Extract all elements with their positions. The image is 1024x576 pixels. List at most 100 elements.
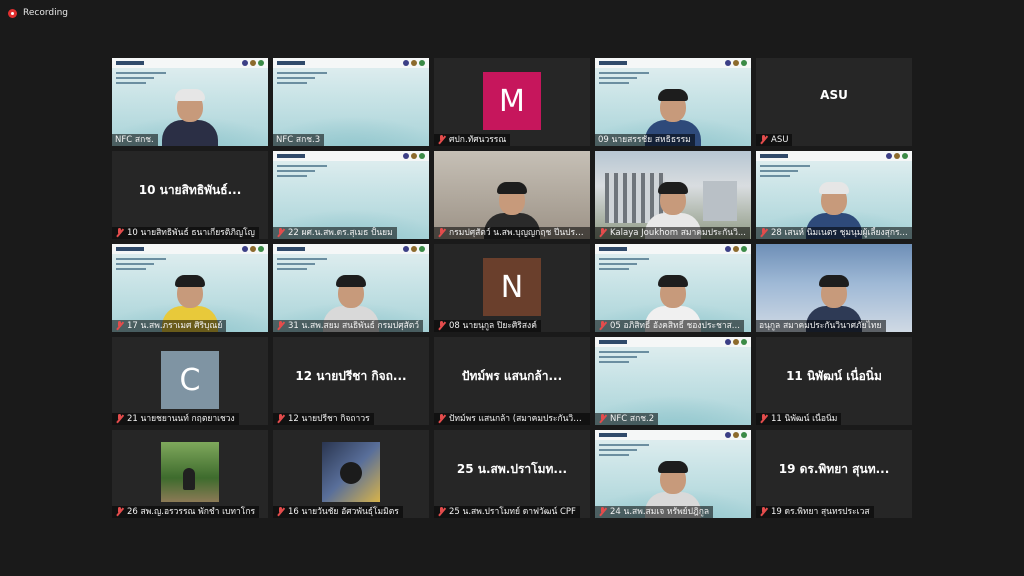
- participant-video: [162, 89, 218, 146]
- presentation-slide-background: [273, 58, 429, 146]
- participant-tile[interactable]: 10 นายสิทธิพันธ์... 10 นายสิทธิพันธ์ ธนาเ…: [112, 151, 268, 239]
- participant-name-label: ศปก.ทัศนวรรณ: [434, 134, 511, 146]
- participant-tile[interactable]: M ศปก.ทัศนวรรณ: [434, 58, 590, 146]
- participant-tile[interactable]: ASU ASU: [756, 58, 912, 146]
- participant-name-label: 31 น.สพ.สยม สนธิพันธ์ กรมปศุสัตว์: [273, 320, 424, 332]
- mic-off-icon: [437, 135, 446, 145]
- participant-display-name: ASU: [820, 88, 848, 102]
- mic-off-icon: [276, 414, 285, 424]
- participant-tile[interactable]: 09 นายสรรชัย สหธิธรรม: [595, 58, 751, 146]
- participant-name-label: 16 นายวันชัย อัศวพันธุ์โมมิตร: [273, 506, 403, 518]
- mic-off-icon: [276, 507, 285, 517]
- participant-name: ปัทม์พร แสนกล้า (สมาคมประกันวิน...: [449, 414, 586, 424]
- mic-off-icon: [115, 321, 124, 331]
- mic-off-icon: [598, 228, 607, 238]
- mic-off-icon: [598, 507, 607, 517]
- participant-tile[interactable]: 19 ดร.พิทยา สุนท... 19 ดร.พิทยา สุนทรประเ…: [756, 430, 912, 518]
- participant-name: 10 นายสิทธิพันธ์ ธนาเกียรติภิญโญ: [127, 228, 255, 238]
- participant-name: 19 ดร.พิทยา สุนทรประเวส: [771, 507, 870, 517]
- participant-display-name: 19 ดร.พิทยา สุนท...: [778, 462, 890, 476]
- participant-name-label: 08 นายนุกูล ปิยะศิริสงค์: [434, 320, 541, 332]
- participant-name: 26 สพ.ญ.อรวรรณ พักชำ เบทาโกร: [127, 507, 256, 517]
- participant-name-label: 12 นายปรีชา กิจถาวร: [273, 413, 374, 425]
- participant-name: 21 นายชยานนท์ กฤตยาเชวง: [127, 414, 235, 424]
- mic-off-icon: [759, 507, 768, 517]
- participant-tile[interactable]: C 21 นายชยานนท์ กฤตยาเชวง: [112, 337, 268, 425]
- avatar: M: [483, 72, 541, 130]
- participant-display-name: 25 น.สพ.ปราโมท...: [456, 462, 568, 476]
- participant-tile[interactable]: Kalaya Joukhom สมาคมประกันวิ...: [595, 151, 751, 239]
- mic-off-icon: [759, 228, 768, 238]
- participant-tile[interactable]: กรมปศุสัตว์ น.สพ.บุญญกฤช ปีนประ...: [434, 151, 590, 239]
- participant-name: 05 อภิสิทธิ์ อังคสิทธิ์ ชองประชาส...: [610, 321, 740, 331]
- participant-name-label: 26 สพ.ญ.อรวรรณ พักชำ เบทาโกร: [112, 506, 260, 518]
- avatar: C: [161, 351, 219, 409]
- participant-tile[interactable]: 24 น.สพ.สมเจ หรัพย์ปฎิกูล: [595, 430, 751, 518]
- participant-tile[interactable]: 31 น.สพ.สยม สนธิพันธ์ กรมปศุสัตว์: [273, 244, 429, 332]
- participant-tile[interactable]: NFC สกช.2: [595, 337, 751, 425]
- participant-name: 08 นายนุกูล ปิยะศิริสงค์: [449, 321, 537, 331]
- participant-display-name: ปัทม์พร แสนกล้า...: [461, 369, 563, 383]
- participant-display-name: 11 นิพัฒน์ เนื่อนิ่ม: [786, 369, 882, 383]
- participant-name: 11 นิพัฒน์ เนื่อนิ่ม: [771, 414, 838, 424]
- participant-tile[interactable]: อนุกูล สมาคมประกันวินาศภัยไทย: [756, 244, 912, 332]
- participant-name-label: ปัทม์พร แสนกล้า (สมาคมประกันวิน...: [434, 413, 590, 425]
- participant-name-label: 28 เสนห์ นิมเนตร ชุมนุมผู้เลี้ยงสุกร...: [756, 227, 912, 239]
- participant-name: 28 เสนห์ นิมเนตร ชุมนุมผู้เลี้ยงสุกร...: [771, 228, 908, 238]
- mic-off-icon: [598, 414, 607, 424]
- participant-name: 12 นายปรีชา กิจถาวร: [288, 414, 370, 424]
- presentation-slide-background: [595, 337, 751, 425]
- participant-video-grid: NFC สกช. NFC สกช.3 M ศปก.ทัศนวรรณ 09 นายสรรช…: [112, 58, 912, 518]
- mic-off-icon: [437, 414, 446, 424]
- participant-name-label: 11 นิพัฒน์ เนื่อนิ่ม: [756, 413, 842, 425]
- participant-name: Kalaya Joukhom สมาคมประกันวิ...: [610, 228, 746, 238]
- participant-name-label: ASU: [756, 134, 793, 146]
- mic-off-icon: [276, 321, 285, 331]
- participant-name-label: 10 นายสิทธิพันธ์ ธนาเกียรติภิญโญ: [112, 227, 259, 239]
- mic-off-icon: [115, 228, 124, 238]
- participant-name-label: 22 ผศ.น.สพ.ดร.สุเมธ ปั้นยม: [273, 227, 397, 239]
- participant-name: NFC สกช.: [115, 135, 154, 145]
- avatar: [161, 442, 219, 502]
- record-icon: [8, 8, 17, 18]
- participant-name: กรมปศุสัตว์ น.สพ.บุญญกฤช ปีนประ...: [449, 228, 586, 238]
- participant-name-label: 17 น.สพ.ภราเมศ ศิริบุณย์: [112, 320, 227, 332]
- mic-off-icon: [276, 228, 285, 238]
- participant-tile[interactable]: 11 นิพัฒน์ เนื่อนิ่ม 11 นิพัฒน์ เนื่อนิ่ม: [756, 337, 912, 425]
- participant-display-name: 10 นายสิทธิพันธ์...: [138, 183, 242, 197]
- participant-name-label: 21 นายชยานนท์ กฤตยาเชวง: [112, 413, 239, 425]
- participant-name: ASU: [771, 135, 789, 145]
- participant-tile[interactable]: 26 สพ.ญ.อรวรรณ พักชำ เบทาโกร: [112, 430, 268, 518]
- participant-name: อนุกูล สมาคมประกันวินาศภัยไทย: [759, 321, 882, 331]
- participant-tile[interactable]: NFC สกช.: [112, 58, 268, 146]
- participant-tile[interactable]: ปัทม์พร แสนกล้า... ปัทม์พร แสนกล้า (สมาคม…: [434, 337, 590, 425]
- avatar: [322, 442, 380, 502]
- avatar: N: [483, 258, 541, 316]
- participant-name-label: 19 ดร.พิทยา สุนทรประเวส: [756, 506, 874, 518]
- participant-tile[interactable]: 25 น.สพ.ปราโมท... 25 น.สพ.ปราโมทย์ ดาฟวัฒ…: [434, 430, 590, 518]
- participant-name: NFC สกช.3: [276, 135, 321, 145]
- participant-name: 17 น.สพ.ภราเมศ ศิริบุณย์: [127, 321, 223, 331]
- participant-display-name: 12 นายปรีชา กิจถ...: [295, 369, 407, 383]
- participant-name-label: NFC สกช.2: [595, 413, 659, 425]
- participant-name-label: 24 น.สพ.สมเจ หรัพย์ปฎิกูล: [595, 506, 714, 518]
- participant-tile[interactable]: N 08 นายนุกูล ปิยะศิริสงค์: [434, 244, 590, 332]
- mic-off-icon: [115, 414, 124, 424]
- mic-off-icon: [759, 414, 768, 424]
- mic-off-icon: [598, 321, 607, 331]
- participant-name: ศปก.ทัศนวรรณ: [449, 135, 507, 145]
- participant-tile[interactable]: 28 เสนห์ นิมเนตร ชุมนุมผู้เลี้ยงสุกร...: [756, 151, 912, 239]
- mic-off-icon: [759, 135, 768, 145]
- participant-tile[interactable]: 05 อภิสิทธิ์ อังคสิทธิ์ ชองประชาส...: [595, 244, 751, 332]
- participant-tile[interactable]: NFC สกช.3: [273, 58, 429, 146]
- participant-name-label: 25 น.สพ.ปราโมทย์ ดาฟวัฒน์ CPF: [434, 506, 580, 518]
- participant-tile[interactable]: 22 ผศ.น.สพ.ดร.สุเมธ ปั้นยม: [273, 151, 429, 239]
- participant-tile[interactable]: 17 น.สพ.ภราเมศ ศิริบุณย์: [112, 244, 268, 332]
- participant-name-label: Kalaya Joukhom สมาคมประกันวิ...: [595, 227, 750, 239]
- mic-off-icon: [115, 507, 124, 517]
- participant-name-label: NFC สกช.: [112, 134, 158, 146]
- recording-label: Recording: [23, 8, 69, 18]
- participant-tile[interactable]: 16 นายวันชัย อัศวพันธุ์โมมิตร: [273, 430, 429, 518]
- participant-name: 22 ผศ.น.สพ.ดร.สุเมธ ปั้นยม: [288, 228, 393, 238]
- participant-tile[interactable]: 12 นายปรีชา กิจถ... 12 นายปรีชา กิจถาวร: [273, 337, 429, 425]
